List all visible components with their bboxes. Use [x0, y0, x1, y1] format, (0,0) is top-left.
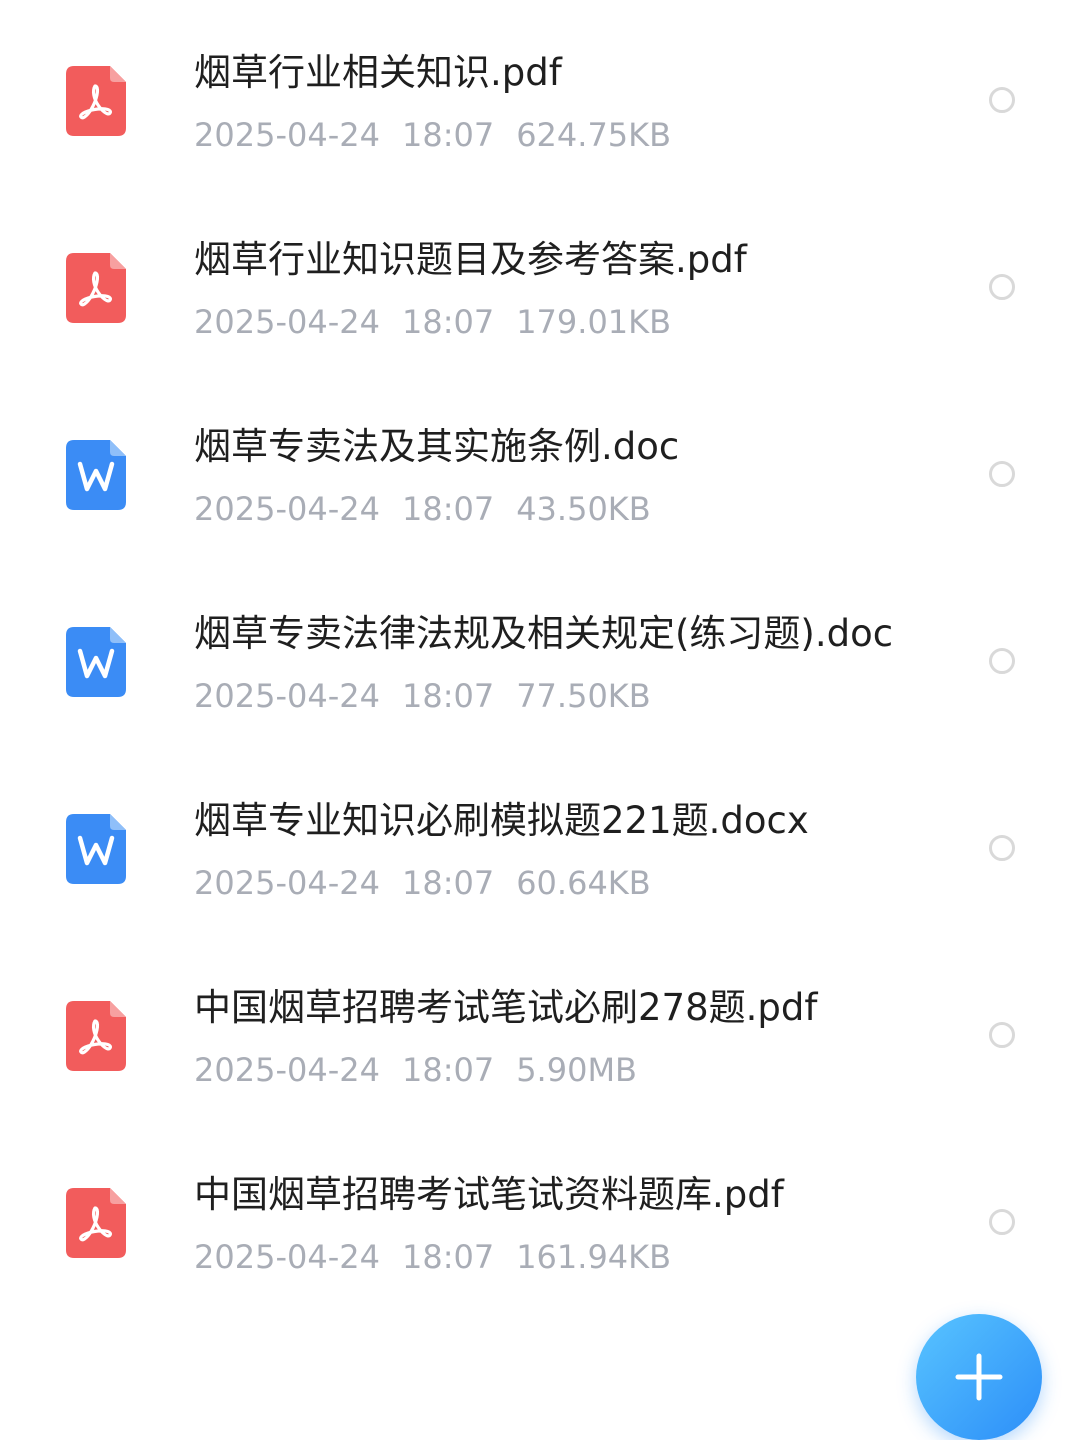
word-icon: [66, 440, 126, 510]
word-icon: [66, 814, 126, 884]
file-date: 2025-04-24: [194, 677, 380, 715]
file-size: 77.50KB: [516, 677, 651, 715]
add-file-button[interactable]: [916, 1314, 1042, 1440]
pdf-icon: [66, 66, 126, 136]
file-row[interactable]: 烟草行业知识题目及参考答案.pdf 2025-04-24 18:07 179.01K…: [0, 195, 1080, 382]
select-radio[interactable]: [989, 1022, 1015, 1048]
file-size: 60.64KB: [516, 864, 651, 902]
file-time: 18:07: [401, 864, 495, 902]
select-radio[interactable]: [989, 461, 1015, 487]
file-row[interactable]: 烟草行业相关知识.pdf 2025-04-24 18:07 624.75KB: [0, 8, 1080, 195]
word-icon: [66, 627, 126, 697]
file-time: 18:07: [401, 1051, 495, 1089]
file-size: 179.01KB: [516, 303, 672, 341]
file-row[interactable]: 烟草专业知识必刷模拟题221题.docx 2025-04-24 18:07 60.6…: [0, 756, 1080, 943]
file-meta: 2025-04-24 18:07 161.94KB: [194, 1234, 693, 1280]
file-meta: 2025-04-24 18:07 624.75KB: [194, 112, 693, 158]
file-size: 5.90MB: [516, 1051, 637, 1089]
file-meta: 2025-04-24 18:07 5.90MB: [194, 1047, 659, 1093]
file-time: 18:07: [401, 116, 495, 154]
file-name: 烟草行业知识题目及参考答案.pdf: [194, 238, 747, 281]
file-size: 43.50KB: [516, 490, 651, 528]
file-list-screen: 烟草行业相关知识.pdf 2025-04-24 18:07 624.75KB 烟草行…: [0, 0, 1080, 1440]
file-size: 624.75KB: [516, 116, 672, 154]
file-date: 2025-04-24: [194, 116, 380, 154]
file-date: 2025-04-24: [194, 490, 380, 528]
file-row[interactable]: 烟草专卖法及其实施条例.doc 2025-04-24 18:07 43.50KB: [0, 382, 1080, 569]
file-size: 161.94KB: [516, 1238, 672, 1276]
file-list: 烟草行业相关知识.pdf 2025-04-24 18:07 624.75KB 烟草行…: [0, 8, 1080, 1317]
select-radio[interactable]: [989, 1209, 1015, 1235]
select-radio[interactable]: [989, 648, 1015, 674]
file-name: 烟草行业相关知识.pdf: [194, 51, 562, 94]
file-date: 2025-04-24: [194, 303, 380, 341]
select-radio[interactable]: [989, 87, 1015, 113]
pdf-icon: [66, 1001, 126, 1071]
file-date: 2025-04-24: [194, 1238, 380, 1276]
select-radio[interactable]: [989, 835, 1015, 861]
file-row[interactable]: 中国烟草招聘考试笔试资料题库.pdf 2025-04-24 18:07 161.94…: [0, 1130, 1080, 1317]
file-date: 2025-04-24: [194, 1051, 380, 1089]
file-name: 中国烟草招聘考试笔试必刷278题.pdf: [194, 986, 818, 1029]
file-meta: 2025-04-24 18:07 179.01KB: [194, 299, 693, 345]
file-time: 18:07: [401, 303, 495, 341]
select-radio[interactable]: [989, 274, 1015, 300]
file-name: 烟草专卖法及其实施条例.doc: [194, 425, 680, 468]
file-meta: 2025-04-24 18:07 43.50KB: [194, 486, 673, 532]
file-row[interactable]: 烟草专卖法律法规及相关规定(练习题).doc 2025-04-24 18:07 77…: [0, 569, 1080, 756]
plus-icon: [955, 1353, 1003, 1401]
file-name: 烟草专卖法律法规及相关规定(练习题).doc: [194, 612, 894, 655]
file-date: 2025-04-24: [194, 864, 380, 902]
file-name: 烟草专业知识必刷模拟题221题.docx: [194, 799, 809, 842]
file-time: 18:07: [401, 677, 495, 715]
pdf-icon: [66, 1188, 126, 1258]
file-meta: 2025-04-24 18:07 77.50KB: [194, 673, 673, 719]
file-time: 18:07: [401, 1238, 495, 1276]
file-time: 18:07: [401, 490, 495, 528]
file-meta: 2025-04-24 18:07 60.64KB: [194, 860, 673, 906]
file-name: 中国烟草招聘考试笔试资料题库.pdf: [194, 1173, 784, 1216]
file-row[interactable]: 中国烟草招聘考试笔试必刷278题.pdf 2025-04-24 18:07 5.90…: [0, 943, 1080, 1130]
pdf-icon: [66, 253, 126, 323]
